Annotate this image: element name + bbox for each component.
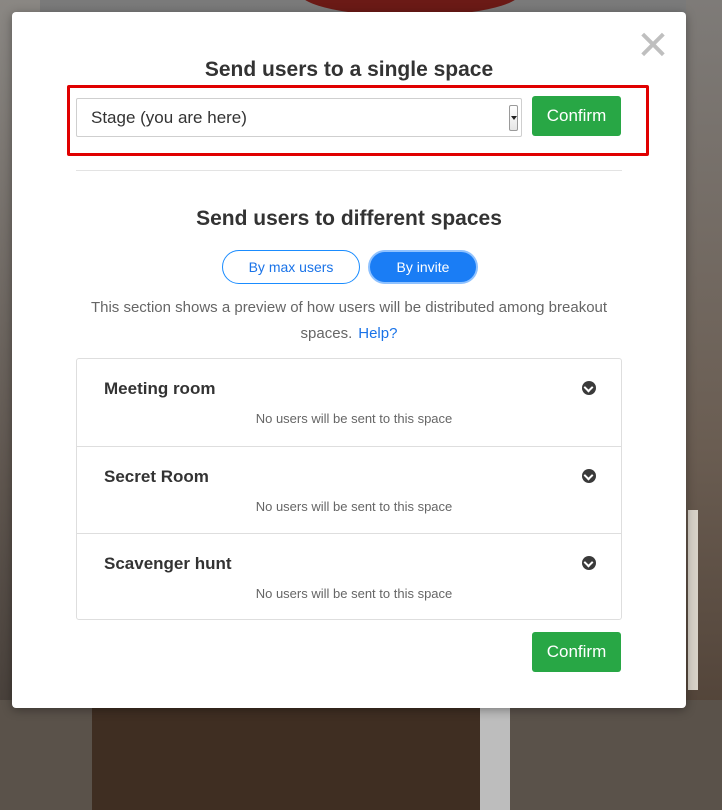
space-item-secret-room[interactable]: Secret Room No users will be sent to thi… [77,446,621,533]
single-space-title: Send users to a single space [204,58,494,81]
chevron-down-circle-icon[interactable] [582,556,596,570]
toggle-by-invite[interactable]: By invite [368,250,478,284]
help-link[interactable]: Help? [358,325,397,342]
toggle-by-max-users[interactable]: By max users [222,250,360,284]
distribution-description: This section shows a preview of how user… [82,295,616,347]
multi-space-title: Send users to different spaces [196,207,502,230]
space-name: Secret Room [104,467,209,486]
space-status: No users will be sent to this space [255,586,453,601]
space-status: No users will be sent to this space [255,499,453,514]
description-text: This section shows a preview of how user… [90,299,608,342]
space-status: No users will be sent to this space [255,411,453,426]
backdrop-post [688,510,698,690]
space-select[interactable]: Stage (you are here) [76,98,522,137]
backdrop-desk-side [480,700,510,810]
confirm-multi-button[interactable]: Confirm [532,632,621,672]
space-item-scavenger-hunt[interactable]: Scavenger hunt No users will be sent to … [77,533,621,620]
select-arrow-icon[interactable] [509,105,518,131]
space-name: Scavenger hunt [104,554,232,573]
breakout-modal: ✕ Send users to a single space Stage (yo… [12,12,686,708]
space-name: Meeting room [104,379,216,398]
confirm-single-button[interactable]: Confirm [532,96,621,136]
space-item-meeting-room[interactable]: Meeting room No users will be sent to th… [77,359,621,446]
space-list: Meeting room No users will be sent to th… [76,358,622,620]
chevron-down-circle-icon[interactable] [582,469,596,483]
backdrop-desk [92,690,492,810]
divider [76,170,622,171]
chevron-down-circle-icon[interactable] [582,381,596,395]
